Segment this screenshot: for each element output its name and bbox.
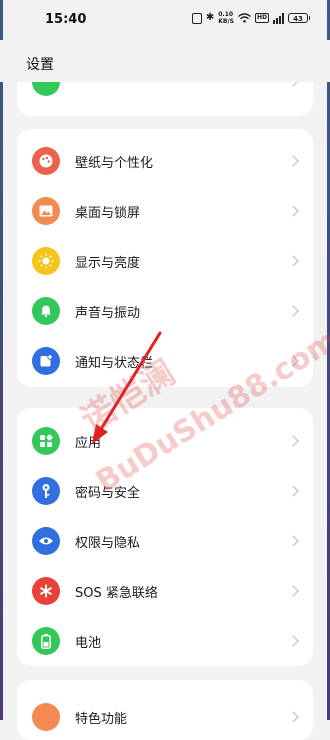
annotation-arrow — [92, 331, 162, 444]
